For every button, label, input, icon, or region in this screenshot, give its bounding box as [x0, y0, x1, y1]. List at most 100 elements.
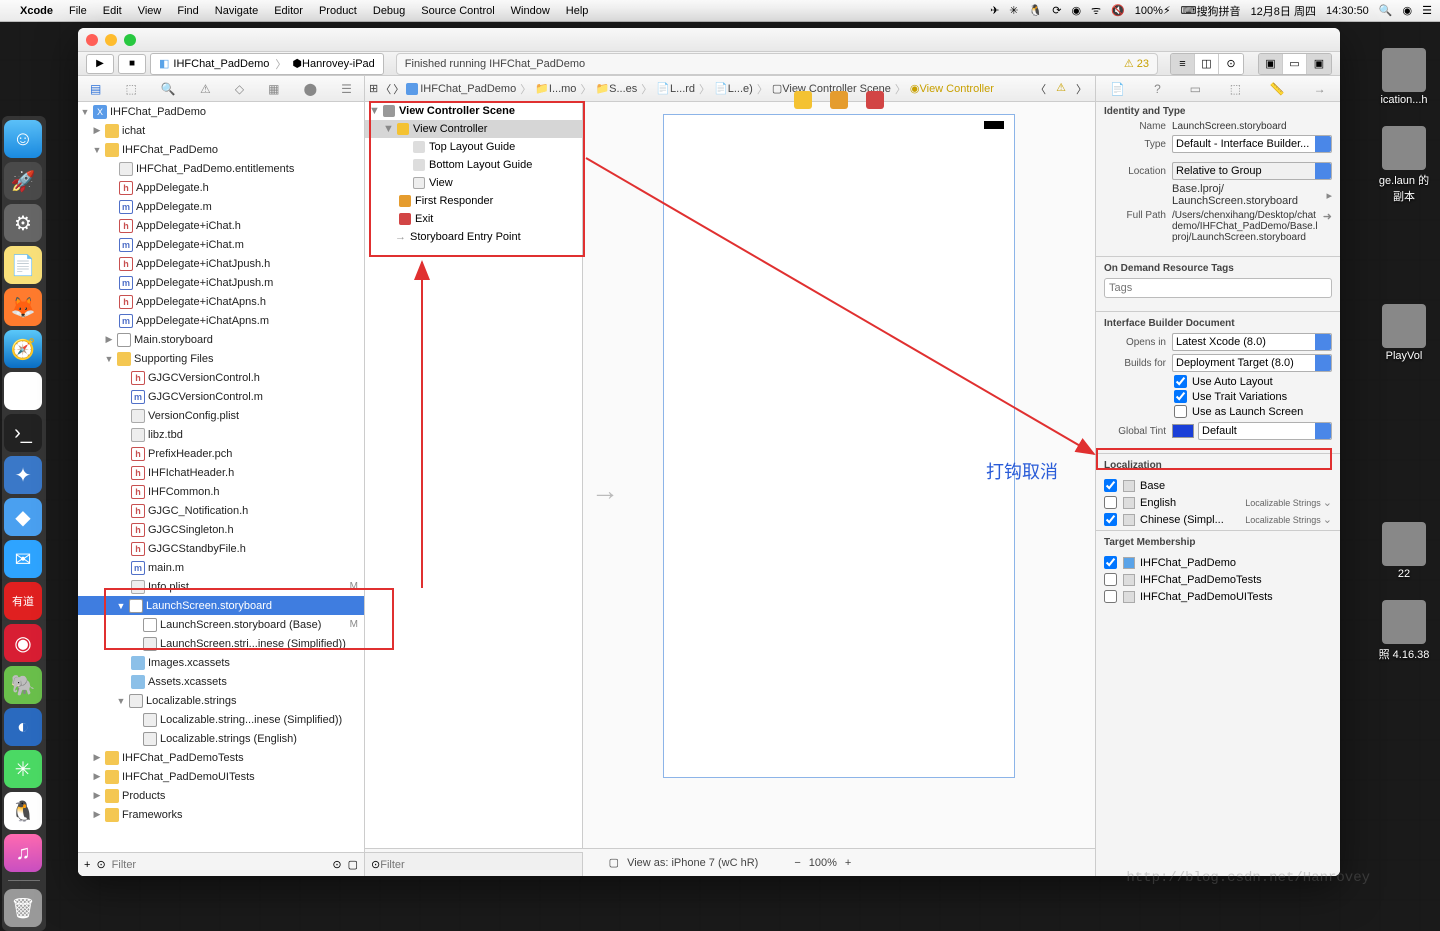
menu-file[interactable]: File	[69, 5, 87, 17]
menu-edit[interactable]: Edit	[103, 5, 122, 17]
menu-help[interactable]: Help	[566, 5, 589, 17]
status-sync-icon[interactable]: ⟳	[1052, 4, 1061, 17]
file-row[interactable]: Info.plistM	[78, 577, 364, 596]
dock-app-icon[interactable]: ◐	[4, 708, 42, 746]
desktop-file[interactable]: PlayVol	[1376, 304, 1432, 362]
status-notification-icon[interactable]: ☰	[1422, 4, 1432, 17]
dock-evernote-icon[interactable]: 🐘	[4, 666, 42, 704]
file-row[interactable]: ▼Localizable.strings	[78, 691, 364, 710]
status-qq-icon[interactable]: 🐧	[1029, 4, 1043, 17]
editor-mode-segment[interactable]: ≡◫⊙	[1170, 53, 1244, 75]
dock-firefox-icon[interactable]: 🦊	[4, 288, 42, 326]
menu-app[interactable]: Xcode	[20, 5, 53, 17]
debug-nav-icon[interactable]: ▦	[268, 82, 279, 96]
file-row-launchscreen[interactable]: ▼LaunchScreen.storyboard	[78, 596, 364, 615]
file-row[interactable]: hGJGCStandbyFile.h	[78, 539, 364, 558]
file-row[interactable]: IHFChat_PadDemo.entitlements	[78, 159, 364, 178]
run-button[interactable]: ▶	[86, 54, 114, 74]
tint-select[interactable]: Default	[1198, 422, 1332, 440]
localization-chinese[interactable]: Chinese (Simpl...Localizable Strings⌄	[1096, 511, 1340, 528]
dock-music-icon[interactable]: ◉	[4, 624, 42, 662]
dock-qq-icon[interactable]: 🐧	[4, 792, 42, 830]
dock-youdao-icon[interactable]: 有道	[4, 582, 42, 620]
prev-issue-icon[interactable]: 〈	[1031, 81, 1050, 97]
builds-for-select[interactable]: Deployment Target (8.0)	[1172, 354, 1332, 372]
outline-top-guide[interactable]: Top Layout Guide	[365, 138, 582, 156]
folder-row[interactable]: ▼Supporting Files	[78, 349, 364, 368]
size-inspector-icon[interactable]: 📏	[1270, 82, 1285, 96]
filter-icon[interactable]: ⊙	[96, 858, 105, 871]
desktop-file[interactable]: ge.laun 的副本	[1376, 126, 1432, 204]
document-outline[interactable]: ▼View Controller Scene ▼View Controller …	[365, 102, 583, 848]
file-row[interactable]: hIHFCommon.h	[78, 482, 364, 501]
outline-view[interactable]: View	[365, 174, 582, 192]
folder-row[interactable]: ▶ichat	[78, 121, 364, 140]
view-as-label[interactable]: View as: iPhone 7 (wC hR)	[627, 857, 758, 869]
desktop-file[interactable]: ication...h	[1376, 48, 1432, 106]
test-nav-icon[interactable]: ◇	[235, 82, 244, 96]
minimize-button[interactable]	[105, 34, 117, 46]
target-uitests[interactable]: IHFChat_PadDemoUITests	[1096, 588, 1340, 605]
file-inspector-icon[interactable]: 📄	[1110, 82, 1125, 96]
stop-button[interactable]: ■	[118, 54, 146, 74]
status-plane-icon[interactable]: ✈︎	[990, 4, 999, 17]
file-row[interactable]: mAppDelegate.m	[78, 197, 364, 216]
folder-row[interactable]: ▶IHFChat_PadDemoTests	[78, 748, 364, 767]
navigator-tabs[interactable]: ▤ ⬚ 🔍 ⚠ ◇ ▦ ⬤ ☰	[78, 76, 364, 102]
file-row[interactable]: libz.tbd	[78, 425, 364, 444]
related-items-icon[interactable]: ⊞	[369, 82, 378, 95]
status-time[interactable]: 14:30:50	[1326, 5, 1369, 17]
outline-scene[interactable]: ▼View Controller Scene	[365, 102, 582, 120]
dock-chrome-icon[interactable]: ◉	[4, 372, 42, 410]
dock-wechat-icon[interactable]: ✳︎	[4, 750, 42, 788]
file-row[interactable]: LaunchScreen.stri...inese (Simplified))	[78, 634, 364, 653]
file-row[interactable]: Images.xcassets	[78, 653, 364, 672]
file-row[interactable]: hAppDelegate.h	[78, 178, 364, 197]
dock-trash-icon[interactable]: 🗑	[4, 889, 42, 927]
attributes-inspector-icon[interactable]: ⬚	[1230, 82, 1241, 96]
outline-entry-point[interactable]: →Storyboard Entry Point	[365, 228, 582, 246]
find-nav-icon[interactable]: 🔍	[161, 82, 176, 96]
recent-filter-icon[interactable]: ⊙	[332, 858, 341, 871]
file-row[interactable]: VersionConfig.plist	[78, 406, 364, 425]
dock-launchpad-icon[interactable]: 🚀	[4, 162, 42, 200]
file-row[interactable]: mAppDelegate+iChatApns.m	[78, 311, 364, 330]
trait-checkbox[interactable]: Use Trait Variations	[1104, 390, 1332, 403]
file-row[interactable]: hPrefixHeader.pch	[78, 444, 364, 463]
file-row[interactable]: hGJGCSingleton.h	[78, 520, 364, 539]
tags-input[interactable]	[1104, 278, 1332, 298]
autolayout-checkbox[interactable]: Use Auto Layout	[1104, 375, 1332, 388]
vc-icon[interactable]	[794, 91, 812, 109]
status-wechat-icon[interactable]: ✳︎	[1009, 4, 1018, 17]
menu-find[interactable]: Find	[177, 5, 198, 17]
connections-inspector-icon[interactable]: →	[1314, 82, 1326, 96]
status-siri-icon[interactable]: ◉	[1403, 4, 1413, 17]
folder-row[interactable]: ▼IHFChat_PadDemo	[78, 140, 364, 159]
file-row[interactable]: Localizable.strings (English)	[78, 729, 364, 748]
launch-screen-checkbox[interactable]: Use as Launch Screen	[1104, 405, 1332, 418]
navigator-filter-input[interactable]	[112, 859, 327, 871]
localization-english[interactable]: EnglishLocalizable Strings⌄	[1096, 494, 1340, 511]
localization-base[interactable]: Base	[1096, 477, 1340, 494]
name-field[interactable]: LaunchScreen.storyboard	[1172, 121, 1332, 132]
dock-mail-icon[interactable]: ✉	[4, 540, 42, 578]
reveal-icon[interactable]: ➜	[1323, 210, 1332, 223]
filter-icon[interactable]: ⊙	[371, 858, 380, 871]
opens-in-select[interactable]: Latest Xcode (8.0)	[1172, 333, 1332, 351]
file-row[interactable]: hAppDelegate+iChatApns.h	[78, 292, 364, 311]
scm-filter-icon[interactable]: ▢	[348, 858, 358, 871]
file-row[interactable]: hAppDelegate+iChatJpush.h	[78, 254, 364, 273]
file-row[interactable]: hGJGC_Notification.h	[78, 501, 364, 520]
panels-segment[interactable]: ▣▭▣	[1258, 53, 1332, 75]
file-row[interactable]: mAppDelegate+iChat.m	[78, 235, 364, 254]
forward-button[interactable]: 〉	[393, 81, 404, 97]
desktop-file[interactable]: 照 4.16.38	[1376, 600, 1432, 662]
status-date[interactable]: 12月8日 周四	[1251, 3, 1316, 19]
file-row[interactable]: mAppDelegate+iChatJpush.m	[78, 273, 364, 292]
device-config-icon[interactable]: ▢	[609, 856, 619, 869]
jump-bar[interactable]: ⊞ 〈 〉 IHFChat_PadDemo〉 📁I...mo〉 📁S...es〉…	[365, 76, 1095, 102]
project-navigator-tree[interactable]: ▼XIHFChat_PadDemo ▶ichat ▼IHFChat_PadDem…	[78, 102, 364, 852]
menu-navigate[interactable]: Navigate	[215, 5, 258, 17]
file-row[interactable]: Localizable.string...inese (Simplified))	[78, 710, 364, 729]
zoom-button[interactable]	[124, 34, 136, 46]
